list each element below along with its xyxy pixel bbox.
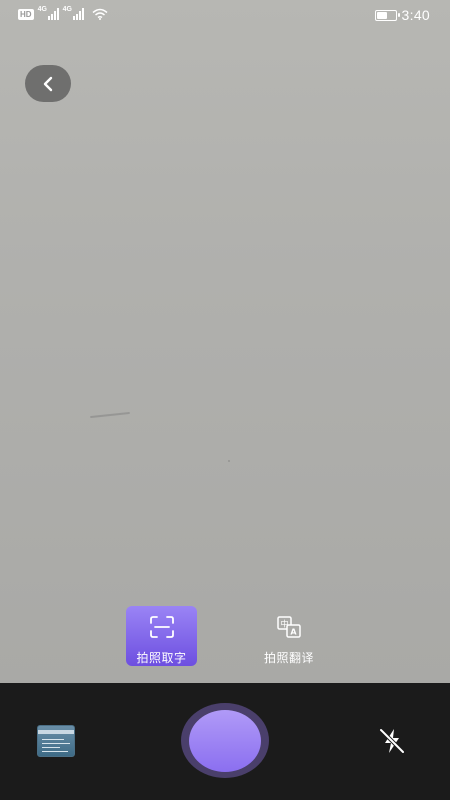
status-time: 3:40 [401, 7, 430, 23]
tab-photo-ocr[interactable]: 拍照取字 [126, 606, 197, 666]
back-button[interactable] [25, 65, 71, 102]
flash-off-icon[interactable] [377, 726, 407, 756]
hd-icon: HD [18, 8, 34, 20]
tab-label: 拍照取字 [136, 651, 187, 665]
translate-icon: 中 A [277, 616, 301, 638]
camera-viewfinder[interactable] [0, 0, 450, 683]
battery-icon [374, 9, 400, 21]
tab-photo-translate[interactable]: 中 A 拍照翻译 [253, 606, 325, 666]
svg-text:A: A [290, 628, 297, 637]
chevron-left-icon [43, 76, 53, 91]
bottom-bar [0, 683, 450, 800]
status-bar-left: HD 4G 4G [18, 6, 108, 20]
viewfinder-mark [228, 460, 230, 462]
thumbnail-detail [38, 730, 74, 734]
thumbnail-detail [42, 751, 68, 752]
viewfinder-mark [90, 411, 130, 419]
thumbnail-detail [42, 739, 64, 740]
tab-label: 拍照翻译 [263, 651, 314, 665]
gallery-button[interactable] [37, 725, 75, 757]
status-bar-right: 3:40 [374, 7, 430, 23]
status-bar: HD 4G 4G 3:40 [0, 0, 450, 30]
battery-level [376, 11, 387, 19]
shutter-button[interactable] [181, 703, 269, 778]
wifi-icon [92, 8, 108, 20]
thumbnail-detail [42, 743, 70, 744]
signal-icon: 4G [63, 6, 84, 20]
signal-icon: 4G [38, 6, 59, 20]
thumbnail-detail [42, 747, 60, 748]
shutter-core [189, 709, 261, 772]
scan-text-icon [149, 616, 174, 638]
